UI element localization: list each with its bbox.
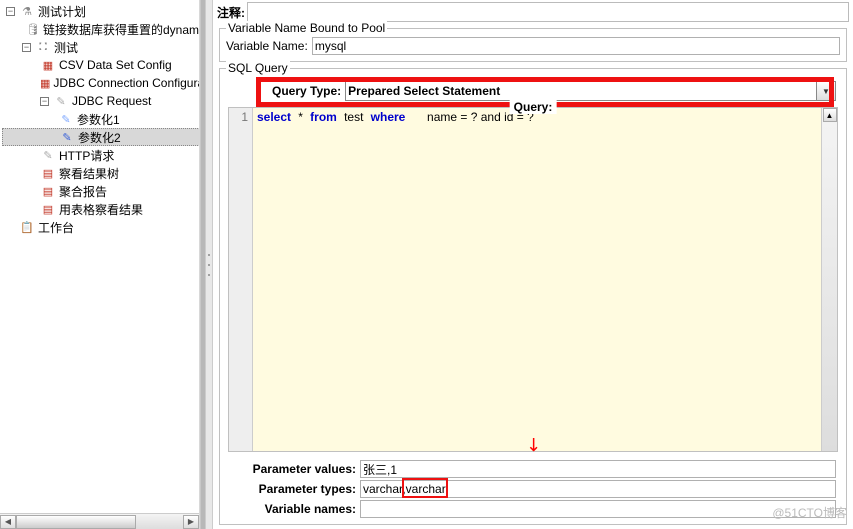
tree-item-label: 参数化1 xyxy=(77,111,120,128)
tree-csv[interactable]: ▦ CSV Data Set Config xyxy=(2,56,202,74)
param-values-label: Parameter values: xyxy=(230,462,360,476)
jdbc-icon: ▦ xyxy=(40,75,50,91)
table-icon: ▤ xyxy=(40,201,56,217)
tree-workbench[interactable]: 📋 工作台 xyxy=(2,218,202,236)
tree-results-tree[interactable]: ▤ 察看结果树 xyxy=(2,164,202,182)
sql-group-title: SQL Query xyxy=(226,61,290,75)
tree-item-label: 用表格察看结果 xyxy=(59,201,143,218)
param-values-input[interactable] xyxy=(360,460,836,478)
http-icon: ✎ xyxy=(40,147,56,163)
var-names-input[interactable] xyxy=(360,500,836,518)
tree-item-label: 聚合报告 xyxy=(59,183,107,200)
tree-item-label: 察看结果树 xyxy=(59,165,119,182)
scroll-track[interactable] xyxy=(16,515,183,529)
param-icon: ✎ xyxy=(59,129,75,145)
tree-param2-selected[interactable]: ✎ 参数化2 xyxy=(2,128,202,146)
line-gutter: 1 xyxy=(229,108,253,451)
sql-code[interactable]: select * from test where name = ? and id… xyxy=(253,108,821,451)
sql-editor[interactable]: 1 select * from test where name = ? and … xyxy=(229,108,837,451)
var-name-label: Variable Name: xyxy=(226,39,312,53)
notes-label: 注释: xyxy=(217,4,245,21)
var-pool-group: Variable Name Bound to Pool Variable Nam… xyxy=(219,28,847,62)
tree-thread[interactable]: − ⛚ 测试 xyxy=(2,38,202,56)
tree-root[interactable]: − ⚗ 测试计划 xyxy=(2,2,202,20)
tree-thread-label: 测试 xyxy=(54,39,78,56)
flask-icon: ⚗ xyxy=(19,3,35,19)
var-names-label: Variable names: xyxy=(230,502,360,516)
toggle-spacer xyxy=(6,223,15,232)
notes-input[interactable] xyxy=(247,2,849,22)
request-icon: ✎ xyxy=(53,93,69,109)
tree-root-label: 测试计划 xyxy=(38,3,86,20)
tree-param1[interactable]: ✎ 参数化1 xyxy=(2,110,202,128)
param-icon: ✎ xyxy=(58,111,74,127)
toggle-icon[interactable]: − xyxy=(40,97,49,106)
query-type-dropdown-button[interactable] xyxy=(816,81,836,101)
csv-icon: ▦ xyxy=(40,57,56,73)
param-types-label: Parameter types: xyxy=(230,482,360,496)
query-type-value: Prepared Select Statement xyxy=(348,84,500,98)
query-type-label: Query Type: xyxy=(272,84,345,98)
var-pool-title: Variable Name Bound to Pool xyxy=(226,21,387,35)
thread-icon: ⛚ xyxy=(35,39,51,55)
param-types-input[interactable] xyxy=(360,480,836,498)
sql-query-group: SQL Query Query Type: Prepared Select St… xyxy=(219,68,847,525)
split-divider[interactable] xyxy=(205,0,213,529)
tree-panel: − ⚗ 测试计划 🛢 链接数据库获得重置的dynamic − ⛚ 测试 ▦ CS… xyxy=(0,0,205,529)
query-box-title: Query: xyxy=(510,100,557,114)
scroll-up-button[interactable]: ▲ xyxy=(823,108,837,122)
tree-h-scrollbar[interactable]: ◀ ▶ xyxy=(0,513,199,529)
tree-item-label: JDBC Request xyxy=(72,94,151,108)
watermark: @51CTO博客 xyxy=(772,504,847,521)
tree-db-config[interactable]: 🛢 链接数据库获得重置的dynamic xyxy=(2,20,202,38)
tree-workbench-label: 工作台 xyxy=(38,219,74,236)
tree-item-label: CSV Data Set Config xyxy=(59,58,172,72)
query-type-select[interactable]: Prepared Select Statement xyxy=(345,81,817,101)
editor-v-scrollbar[interactable]: ▲ xyxy=(821,108,837,451)
tree-aggregate[interactable]: ▤ 聚合报告 xyxy=(2,182,202,200)
tree-table-results[interactable]: ▤ 用表格察看结果 xyxy=(2,200,202,218)
aggregate-icon: ▤ xyxy=(40,183,56,199)
var-name-input[interactable] xyxy=(312,37,840,55)
query-editor-group: Query: 1 select * from test where name =… xyxy=(228,107,838,452)
scroll-right-button[interactable]: ▶ xyxy=(183,515,199,529)
toggle-icon[interactable]: − xyxy=(22,43,31,52)
scroll-thumb[interactable] xyxy=(16,515,136,529)
tree: − ⚗ 测试计划 🛢 链接数据库获得重置的dynamic − ⛚ 测试 ▦ CS… xyxy=(0,0,202,236)
tree-http[interactable]: ✎ HTTP请求 xyxy=(2,146,202,164)
right-panel: 注释: Variable Name Bound to Pool Variable… xyxy=(213,0,853,529)
scroll-left-button[interactable]: ◀ xyxy=(0,515,16,529)
tree-jdbc-req[interactable]: − ✎ JDBC Request xyxy=(2,92,202,110)
tree-item-label: HTTP请求 xyxy=(59,147,114,164)
toggle-icon[interactable]: − xyxy=(6,7,15,16)
database-icon: 🛢 xyxy=(26,21,40,37)
tree-item-label: 参数化2 xyxy=(78,129,121,146)
results-tree-icon: ▤ xyxy=(40,165,56,181)
tree-jdbc-conn[interactable]: ▦ JDBC Connection Configurat xyxy=(2,74,202,92)
tree-db-label: 链接数据库获得重置的dynamic xyxy=(43,21,205,38)
workbench-icon: 📋 xyxy=(19,219,35,235)
tree-item-label: JDBC Connection Configurat xyxy=(53,76,205,90)
query-type-row: Query Type: Prepared Select Statement xyxy=(226,81,840,101)
